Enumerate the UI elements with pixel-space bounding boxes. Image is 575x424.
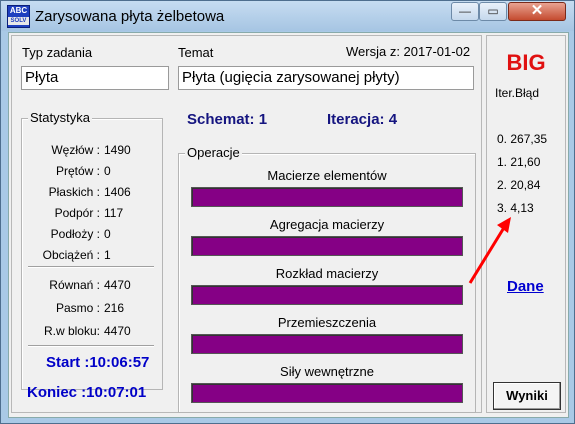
arrow-head [497, 217, 511, 233]
annotation-arrow [468, 217, 511, 284]
arrow-shaft [468, 225, 507, 284]
